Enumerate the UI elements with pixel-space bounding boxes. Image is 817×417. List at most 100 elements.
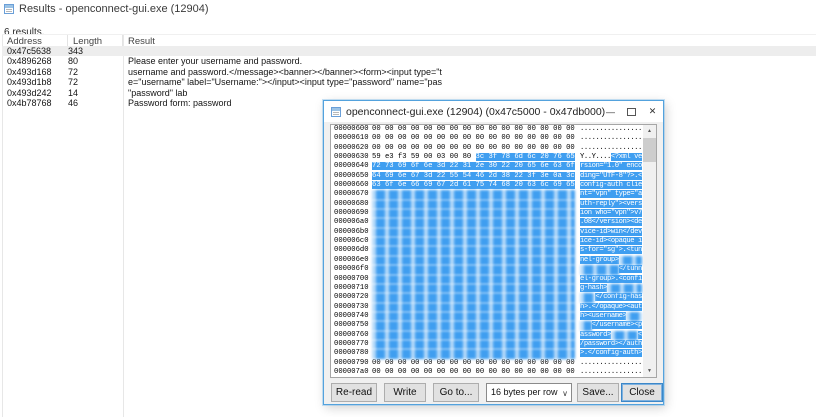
hex-offset: 000006a0	[334, 218, 370, 227]
redacted-bytes	[580, 321, 592, 330]
redacted-bytes	[580, 265, 619, 274]
hex-row[interactable]: 0000066063 6f 6e 66 69 67 2d 61 75 74 68…	[331, 181, 656, 190]
hex-row[interactable]: 0000064072 73 69 6f 6e 3d 22 31 2e 30 22…	[331, 162, 656, 171]
hex-bytes	[372, 331, 576, 340]
redacted-bytes	[372, 303, 575, 312]
hex-bytes: 63 6f 6e 66 69 67 2d 61 75 74 68 20 63 6…	[372, 181, 576, 190]
cell-address: 0x493d168	[7, 67, 52, 78]
hex-row[interactable]: 00000680uth-reply"><vers	[331, 200, 656, 209]
hex-bytes	[372, 256, 576, 265]
table-row[interactable]: 0x493d168 72 username and password.</messa…	[2, 67, 816, 77]
hex-row[interactable]: 000006c0ice-id><opaque i	[331, 237, 656, 246]
hex-row[interactable]: 0000061000 00 00 00 00 00 00 00 00 00 00…	[331, 134, 656, 143]
scroll-up-icon[interactable]: ▲	[643, 125, 656, 137]
hex-row[interactable]: 00000780>.</config-auth>	[331, 349, 656, 358]
hex-offset: 00000610	[334, 134, 370, 143]
redacted-bytes	[372, 200, 575, 209]
hex-ascii: ding="UTF-8"?>.<	[580, 172, 642, 181]
hex-ascii: /password></auth	[580, 340, 642, 349]
hex-bytes: 64 69 6e 67 3d 22 55 54 46 2d 38 22 3f 3…	[372, 172, 576, 181]
write-button[interactable]: Write	[384, 383, 426, 402]
hex-row[interactable]: 000007a000 00 00 00 00 00 00 00 00 00 00…	[331, 368, 656, 377]
hex-offset: 000006c0	[334, 237, 370, 246]
redacted-bytes	[372, 265, 575, 274]
close-button[interactable]: Close	[621, 383, 663, 402]
redacted-bytes	[372, 209, 575, 218]
bytes-per-row-select[interactable]: 16 bytes per row ∨	[486, 383, 572, 402]
hex-row[interactable]: 00000690ion who="vpn">v7	[331, 209, 656, 218]
cell-result: username and password.</message><banner>…	[128, 67, 812, 78]
cell-length: 72	[68, 67, 78, 78]
cell-address: 0x493d242	[7, 88, 52, 99]
hex-offset: 000006f0	[334, 265, 370, 274]
hex-bytes	[372, 321, 576, 330]
table-row[interactable]: 0x489626880Please enter your username an…	[2, 56, 816, 66]
hex-row[interactable]: 00000760assword><	[331, 331, 656, 340]
reread-button[interactable]: Re-read	[331, 383, 377, 402]
hex-bytes	[372, 265, 576, 274]
scroll-down-icon[interactable]: ▼	[643, 365, 656, 377]
hex-ascii: s-for="sg">.<tun	[580, 246, 642, 255]
table-row[interactable]: 0x47c5638343	[2, 46, 816, 56]
redacted-bytes	[626, 312, 641, 321]
redacted-bytes	[372, 275, 575, 284]
scrollbar-thumb[interactable]	[643, 138, 656, 162]
redacted-bytes	[607, 284, 642, 293]
hex-row[interactable]: 000006b0vice-id>win</dev	[331, 228, 656, 237]
hex-row[interactable]: 00000700el-group>.<confi	[331, 275, 656, 284]
hex-ascii: nel-group>	[580, 256, 642, 265]
hex-ascii: ................	[580, 125, 642, 134]
hex-row[interactable]: 000007b000 00 00 00 00 00 00 00 00 00 00…	[331, 377, 656, 378]
hex-ascii: ion who="vpn">v7	[580, 209, 642, 218]
hex-row[interactable]: 000006d0s-for="sg">.<tun	[331, 246, 656, 255]
hex-row[interactable]: 0000062000 00 00 00 00 00 00 00 00 00 00…	[331, 144, 656, 153]
hex-ascii: assword><	[580, 331, 642, 340]
hex-bytes: 00 00 00 00 00 00 00 00 00 00 00 00 00 0…	[372, 134, 576, 143]
hex-row[interactable]: 00000770/password></auth	[331, 340, 656, 349]
hex-row[interactable]: 0000060000 00 00 00 00 00 00 00 00 00 00…	[331, 125, 656, 134]
cell-result: e="username" label="Username:"></input><…	[128, 77, 812, 88]
redacted-bytes	[580, 293, 595, 302]
redacted-bytes	[372, 284, 575, 293]
hex-bytes	[372, 237, 576, 246]
hex-bytes: 00 00 00 00 00 00 00 00 00 00 00 00 00 0…	[372, 125, 576, 134]
table-row[interactable]: 0x493d1b872e="username" label="Username:…	[2, 77, 816, 87]
hex-row[interactable]: 000006f0</tunn	[331, 265, 656, 274]
hex-row[interactable]: 00000670nt="vpn" type="a	[331, 190, 656, 199]
hex-viewer[interactable]: 0000060000 00 00 00 00 00 00 00 00 00 00…	[330, 124, 657, 378]
hex-row[interactable]: 00000750</username><p	[331, 321, 656, 330]
hex-offset: 00000750	[334, 321, 370, 330]
redacted-bytes	[372, 237, 575, 246]
close-icon[interactable]: ✕	[642, 101, 663, 122]
minimize-icon[interactable]: —	[600, 101, 621, 122]
hex-offset: 00000630	[334, 153, 370, 162]
hex-row[interactable]: 0000079000 00 00 00 00 00 00 00 00 00 00…	[331, 359, 656, 368]
hex-ascii: ................	[580, 134, 642, 143]
save-button[interactable]: Save...	[577, 383, 619, 402]
goto-button[interactable]: Go to...	[433, 383, 479, 402]
hex-ascii: el-group>.<confi	[580, 275, 642, 284]
hex-row[interactable]: 000006e0nel-group>	[331, 256, 656, 265]
hex-bytes	[372, 246, 576, 255]
hex-row[interactable]: 00000730h>.</opaque><aut	[331, 303, 656, 312]
hex-row[interactable]: 00000720</config-has	[331, 293, 656, 302]
hex-bytes	[372, 349, 576, 358]
hex-row[interactable]: 0000063059 e3 f3 59 00 03 00 80 3c 3f 78…	[331, 153, 656, 162]
hex-bytes: 00 00 00 00 00 00 00 00 00 00 00 00 00 0…	[372, 144, 576, 153]
hex-row[interactable]: 0000065064 69 6e 67 3d 22 55 54 46 2d 38…	[331, 172, 656, 181]
redacted-bytes	[372, 293, 575, 302]
hex-row[interactable]: 00000740h><username>	[331, 312, 656, 321]
hex-ascii: ................	[580, 368, 642, 377]
hex-bytes: 00 00 00 00 00 00 00 00 00 00 00 00 00 0…	[372, 377, 576, 378]
maximize-icon[interactable]	[621, 101, 642, 122]
scrollbar[interactable]: ▲ ▼	[643, 125, 656, 377]
hex-bytes: 00 00 00 00 00 00 00 00 00 00 00 00 00 0…	[372, 368, 576, 377]
cell-length: 46	[68, 98, 78, 109]
hex-row[interactable]: 000006a0.08</version><de	[331, 218, 656, 227]
hex-ascii: >.</config-auth>	[580, 349, 642, 358]
hex-ascii: </config-has	[580, 293, 642, 302]
cell-result: Please enter your username and password.	[128, 56, 812, 67]
hex-row[interactable]: 00000710g-hash>	[331, 284, 656, 293]
table-row[interactable]: 0x493d24214"password" lab	[2, 88, 816, 98]
redacted-bytes	[372, 228, 575, 237]
